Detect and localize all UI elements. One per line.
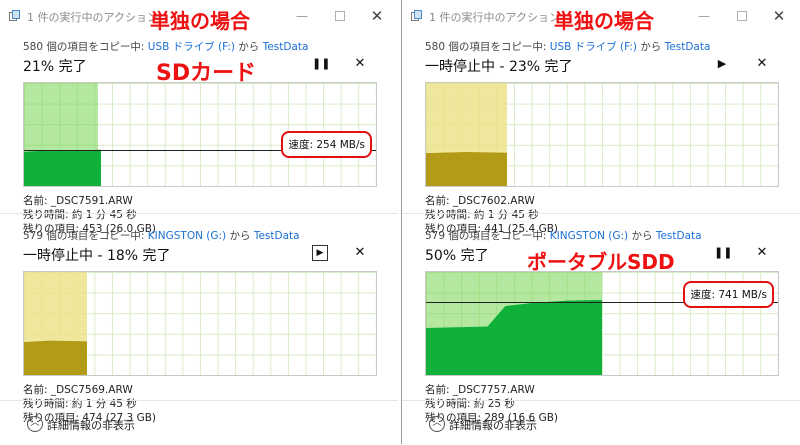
source-line: 579 個の項目をコピー中: KINGSTON (G:) から TestData [23,228,300,243]
source-link[interactable]: KINGSTON (G:) [550,230,628,242]
speed-graph [23,271,377,376]
progress-status: 21% 完了 [23,59,87,75]
source-prefix: 580 個の項目をコピー中: [425,41,550,53]
window-title: 1 件の実行中のアクション [27,11,158,24]
details-toggle[interactable]: ︿ 詳細情報の非表示 [402,400,800,445]
destination-link[interactable]: TestData [254,230,300,242]
pause-button[interactable]: ❚❚ [714,245,732,261]
minimize-button[interactable]: — [292,6,312,26]
progress-status: 一時停止中 - 23% 完了 [425,59,573,75]
chevron-up-icon: ︿ [27,416,43,432]
source-link[interactable]: USB ドライブ (F:) [550,41,637,53]
copy-icon [411,10,422,21]
source-prefix: 579 個の項目をコピー中: [425,230,550,242]
minimize-button[interactable]: — [694,6,714,26]
remaining-time: 残り時間: 約 1 分 45 秒 [23,209,137,221]
copy-dialog-right: 1 件の実行中のアクション — ✕ 単独の場合 ポータブルSDD 580 個の項… [401,0,800,444]
cancel-button[interactable]: ✕ [754,56,770,72]
speed-area [426,152,507,186]
file-name: 名前: _DSC7569.ARW [23,384,133,396]
speed-readout: 速度: 254 MB/s [281,131,372,158]
file-name: 名前: _DSC7757.ARW [425,384,535,396]
cancel-button[interactable]: ✕ [352,56,368,72]
file-name: 名前: _DSC7602.ARW [425,195,535,207]
file-name: 名前: _DSC7591.ARW [23,195,133,207]
annotation-title: 単独の場合 [554,9,654,33]
destination-link[interactable]: TestData [665,41,711,53]
source-separator: から [234,41,263,53]
resume-button[interactable]: ▶ [312,245,328,261]
speed-graph: 速度: 741 MB/s [425,271,779,376]
annotation-title: 単独の場合 [150,9,250,33]
progress-status: 一時停止中 - 18% 完了 [23,248,171,264]
resume-button[interactable]: ▶ [714,56,730,72]
copy-icon [9,10,20,21]
divider [402,213,800,214]
maximize-button[interactable] [732,6,752,26]
speed-graph: 速度: 254 MB/s [23,82,377,187]
source-prefix: 580 個の項目をコピー中: [23,41,148,53]
source-line: 579 個の項目をコピー中: KINGSTON (G:) から TestData [425,228,702,243]
source-separator: から [636,41,665,53]
divider [0,213,398,214]
close-window-button[interactable]: ✕ [367,6,387,26]
chevron-up-icon: ︿ [429,416,445,432]
remaining-time: 残り時間: 約 1 分 45 秒 [425,209,539,221]
pause-button[interactable]: ❚❚ [312,56,330,72]
speed-readout: 速度: 741 MB/s [683,281,774,308]
details-toggle-label: 詳細情報の非表示 [47,419,135,432]
details-toggle[interactable]: ︿ 詳細情報の非表示 [0,400,398,445]
source-link[interactable]: USB ドライブ (F:) [148,41,235,53]
progress-status: 50% 完了 [425,248,489,264]
speed-area [24,340,88,375]
source-separator: から [628,230,656,242]
maximize-button[interactable] [330,6,350,26]
speed-graph [425,82,779,187]
source-prefix: 579 個の項目をコピー中: [23,230,148,242]
copy-dialog-left: 1 件の実行中のアクション — ✕ 単独の場合 SDカード 580 個の項目をコ… [0,0,398,444]
destination-link[interactable]: TestData [656,230,702,242]
source-line: 580 個の項目をコピー中: USB ドライブ (F:) から TestData [23,39,308,54]
window-title: 1 件の実行中のアクション [429,11,560,24]
destination-link[interactable]: TestData [263,41,309,53]
source-separator: から [226,230,254,242]
details-toggle-label: 詳細情報の非表示 [449,419,537,432]
source-line: 580 個の項目をコピー中: USB ドライブ (F:) から TestData [425,39,710,54]
cancel-button[interactable]: ✕ [754,245,770,261]
source-link[interactable]: KINGSTON (G:) [148,230,226,242]
speed-area [24,149,102,186]
close-window-button[interactable]: ✕ [769,6,789,26]
cancel-button[interactable]: ✕ [352,245,368,261]
